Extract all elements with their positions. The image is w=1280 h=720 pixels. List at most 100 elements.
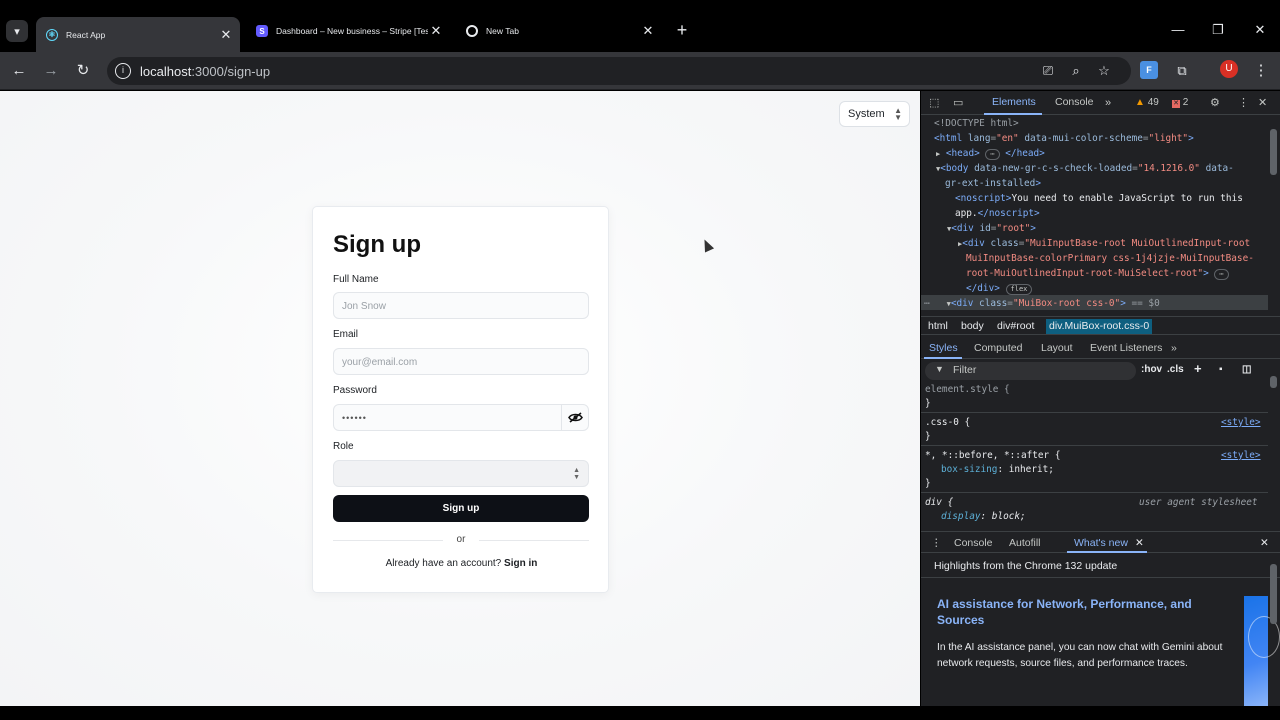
role-select[interactable]: ▲ ▼ — [333, 460, 589, 487]
drawer-tab-console[interactable]: Console — [954, 537, 993, 549]
styles-filter-input[interactable]: ▼ Filter — [925, 362, 1136, 380]
window-close-icon[interactable]: ✕ — [1250, 22, 1270, 38]
error-icon: ✕ — [1172, 100, 1180, 108]
element-state-icon[interactable]: ▪ — [1219, 364, 1223, 375]
dom-line[interactable]: gr-ext-installed> — [945, 176, 1041, 191]
dom-line[interactable]: root-MuiOutlinedInput-root-MuiSelect-roo… — [966, 266, 1229, 281]
dom-scrollbar[interactable] — [1270, 129, 1277, 175]
tab-elements[interactable]: Elements — [992, 96, 1036, 108]
chevron-updown-icon: ▲ ▼ — [894, 106, 902, 122]
dom-line[interactable]: ▼<div id="root"> — [947, 221, 1036, 237]
style-declaration[interactable]: display: block; — [941, 510, 1026, 524]
url-text[interactable]: localhost:3000/sign-up — [140, 64, 270, 79]
style-source-link[interactable]: <style> — [1221, 416, 1261, 430]
rule-divider — [921, 445, 1268, 446]
crumb-current[interactable]: div.MuiBox-root.css-0 — [1046, 319, 1153, 334]
devtools-panel: ⬚ ▭ Elements Console » ▲ 49 ✕ 2 ⚙ ⋮ ✕ <!… — [921, 91, 1280, 706]
zoom-icon[interactable]: ⌕ — [1067, 62, 1085, 80]
profile-avatar[interactable]: U — [1220, 60, 1238, 78]
dom-line[interactable]: ▼<body data-new-gr-c-s-check-loaded="14.… — [936, 161, 1234, 177]
dom-line[interactable]: ▶<div class="MuiInputBase-root MuiOutlin… — [958, 236, 1250, 252]
crumb-body[interactable]: body — [961, 320, 984, 332]
bookmark-star-icon[interactable]: ☆ — [1095, 62, 1113, 80]
sign-in-link[interactable]: Sign in — [504, 558, 537, 569]
tab-search-button[interactable]: ▾ — [6, 20, 28, 42]
new-rule-icon[interactable]: + — [1194, 361, 1202, 376]
dom-line[interactable]: <!DOCTYPE html> — [934, 116, 1019, 131]
close-icon[interactable]: ✕ — [640, 23, 656, 39]
sign-up-button[interactable]: Sign up — [333, 495, 589, 522]
devtools-toolbar: ⬚ ▭ Elements Console » ▲ 49 ✕ 2 ⚙ ⋮ ✕ — [921, 91, 1280, 115]
tab-styles[interactable]: Styles — [929, 342, 958, 354]
news-title[interactable]: AI assistance for Network, Performance, … — [937, 596, 1227, 628]
visibility-off-icon[interactable] — [561, 405, 588, 430]
install-app-icon[interactable]: ⎚ — [1039, 62, 1057, 80]
drawer-scrollbar[interactable] — [1270, 564, 1277, 624]
news-body: In the AI assistance panel, you can now … — [937, 642, 1223, 669]
tab-stripe-dashboard[interactable]: S Dashboard – New business – Stripe [Tes… — [246, 17, 450, 45]
forward-icon[interactable]: → — [40, 60, 62, 82]
password-input[interactable]: •••••• — [333, 404, 589, 431]
errors-badge[interactable]: ✕ 2 — [1172, 97, 1188, 108]
style-rule[interactable]: .css-0 { — [925, 416, 970, 430]
tab-computed[interactable]: Computed — [974, 342, 1022, 354]
more-tabs-icon[interactable]: » — [1105, 95, 1111, 111]
email-label: Email — [333, 329, 359, 340]
style-rule[interactable]: element.style { — [925, 383, 1010, 397]
toggle-sidebar-icon[interactable]: ◫ — [1242, 364, 1251, 375]
style-rule[interactable]: div { — [925, 496, 953, 510]
style-declaration[interactable]: box-sizing: inherit; — [941, 463, 1054, 477]
tab-console[interactable]: Console — [1055, 96, 1094, 108]
reload-icon[interactable]: ↻ — [72, 60, 94, 82]
cls-toggle[interactable]: .cls — [1167, 364, 1184, 375]
divider-left — [333, 540, 443, 541]
crumb-root[interactable]: div#root — [997, 320, 1034, 332]
color-mode-select[interactable]: System ▲ ▼ — [839, 101, 910, 127]
restore-icon[interactable]: ❐ — [1208, 22, 1228, 38]
tab-event-listeners[interactable]: Event Listeners — [1090, 342, 1162, 354]
dom-line[interactable]: MuiInputBase-colorPrimary css-1j4jzje-Mu… — [966, 251, 1254, 266]
crumb-html[interactable]: html — [928, 320, 948, 332]
styles-pane[interactable]: element.style { } .css-0 { <style> } *, … — [921, 383, 1268, 527]
dom-line[interactable]: <html lang="en" data-mui-color-scheme="l… — [934, 131, 1194, 146]
hov-toggle[interactable]: :hov — [1141, 364, 1162, 375]
devtools-close-icon[interactable]: ✕ — [1258, 95, 1267, 111]
extension-icon[interactable]: F — [1140, 61, 1158, 79]
drawer-tab-whats-new[interactable]: What's new — [1074, 537, 1128, 549]
styles-scrollbar[interactable] — [1270, 376, 1277, 388]
dom-line[interactable]: <noscript>You need to enable JavaScript … — [955, 191, 1243, 206]
settings-gear-icon[interactable]: ⚙ — [1210, 95, 1220, 111]
close-icon[interactable]: ✕ — [428, 23, 444, 39]
style-rule-close: } — [925, 431, 931, 442]
tab-react-app[interactable]: ⚛ React App ✕ — [36, 17, 240, 52]
drawer-close-icon[interactable]: ✕ — [1260, 537, 1269, 549]
dom-line[interactable]: </div> flex — [966, 281, 1033, 296]
drawer-menu-icon[interactable]: ⋮ — [931, 537, 942, 549]
full-name-input[interactable]: Jon Snow — [333, 292, 589, 319]
site-info-icon[interactable]: i — [115, 63, 131, 79]
dom-line[interactable]: ▶ <head> ⋯ </head> — [936, 146, 1045, 162]
drawer-tabs: ⋮ Console Autofill What's new ✕ ✕ — [921, 531, 1280, 553]
tab-new-tab[interactable]: New Tab ✕ — [456, 17, 662, 45]
more-subtabs-icon[interactable]: » — [1171, 342, 1177, 354]
drawer-tab-autofill[interactable]: Autofill — [1009, 537, 1041, 549]
minimize-icon[interactable]: — — [1168, 22, 1188, 37]
tab-layout[interactable]: Layout — [1041, 342, 1073, 354]
device-toolbar-icon[interactable]: ▭ — [953, 95, 963, 111]
close-icon[interactable]: ✕ — [218, 27, 234, 43]
dom-line[interactable]: app.</noscript> — [955, 206, 1040, 221]
devtools-menu-icon[interactable]: ⋮ — [1238, 95, 1249, 111]
close-tab-icon[interactable]: ✕ — [1135, 537, 1144, 549]
dom-tree[interactable]: <!DOCTYPE html> <html lang="en" data-mui… — [921, 116, 1268, 308]
warnings-badge[interactable]: ▲ 49 — [1135, 97, 1159, 108]
dom-line-selected[interactable]: ⋯ ▼<div class="MuiBox-root css-0"> == $0 — [924, 296, 1160, 308]
email-input[interactable]: your@email.com — [333, 348, 589, 375]
extensions-puzzle-icon[interactable]: ⧉ — [1171, 60, 1193, 82]
inspect-element-icon[interactable]: ⬚ — [929, 95, 939, 111]
menu-kebab-icon[interactable]: ⋮ — [1250, 60, 1272, 82]
address-bar[interactable]: i localhost:3000/sign-up ⎚ ⌕ ☆ — [107, 57, 1131, 85]
new-tab-button[interactable]: + — [672, 20, 692, 40]
style-rule[interactable]: *, *::before, *::after { — [925, 449, 1060, 463]
back-icon[interactable]: ← — [8, 60, 30, 82]
style-source-link[interactable]: <style> — [1221, 449, 1261, 463]
